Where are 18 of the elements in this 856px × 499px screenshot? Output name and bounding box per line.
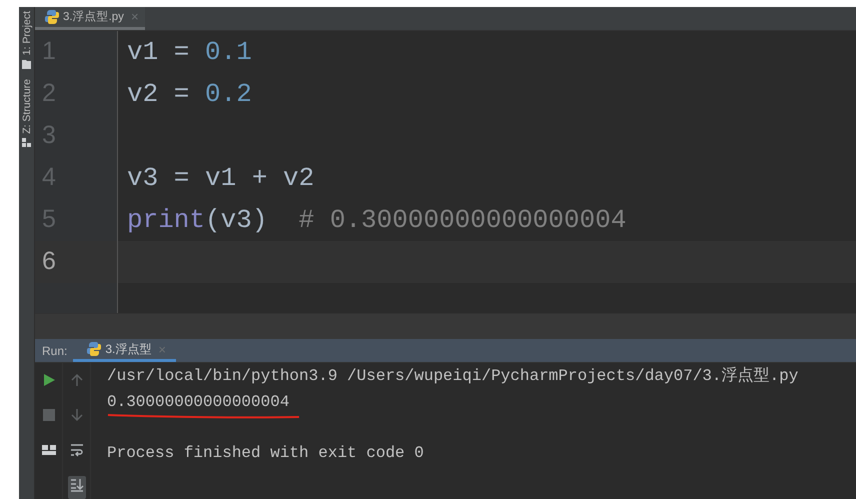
line-number: 6 <box>42 247 56 276</box>
tool-window-button[interactable]: 1: Project <box>20 11 32 70</box>
code-line: v3 = v1 + v2 <box>127 162 314 193</box>
run-label: Run: <box>41 344 68 358</box>
code-line: v2 = 0.2 <box>127 78 252 109</box>
console-line: Process finished with exit code 0 <box>107 442 424 464</box>
tool-window-button[interactable]: Z: Structure <box>20 79 32 148</box>
console-line: 0.30000000000000004 <box>107 392 290 412</box>
console-line: /usr/local/bin/python3.9 /Users/wupeiqi/PycharmProjects/day07/3.浮点型.py <box>107 366 798 387</box>
scroll-to-end-icon[interactable] <box>68 476 86 499</box>
folder-icon <box>22 59 31 70</box>
structure-icon <box>22 138 31 148</box>
python-file-icon <box>45 8 59 25</box>
python-icon <box>87 341 102 357</box>
code-line: v1 = 0.1 <box>127 36 252 67</box>
file-tab[interactable]: 3.浮点型.py × <box>35 7 145 30</box>
code-line: print(v3) # 0.30000000000000004 <box>127 204 626 235</box>
run-tab[interactable]: 3.浮点型 × <box>73 339 176 362</box>
